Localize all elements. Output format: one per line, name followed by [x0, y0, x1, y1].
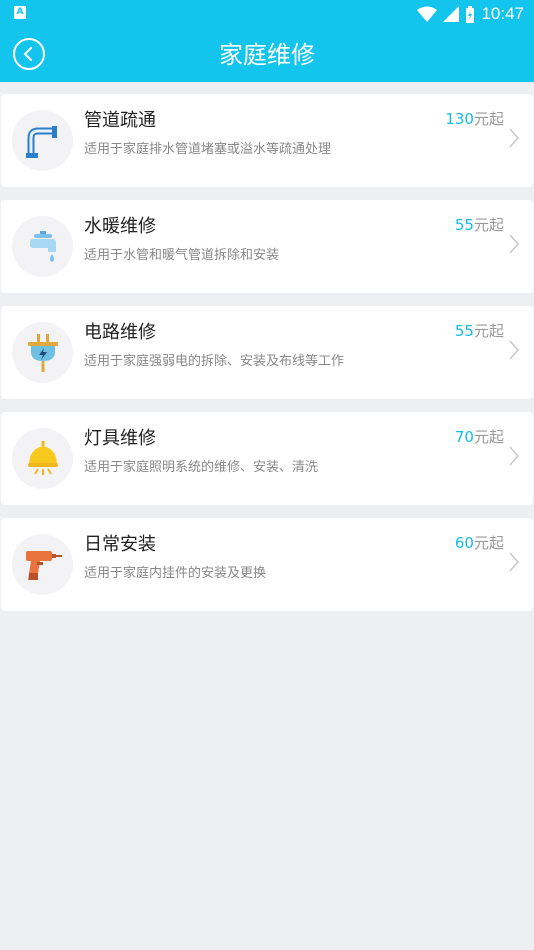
service-title: 灯具维修 — [84, 428, 156, 449]
page-title: 家庭维修 — [219, 41, 315, 69]
service-price: 60元起 — [454, 534, 504, 552]
service-title: 电路维修 — [84, 322, 156, 343]
app-notification-icon: A — [14, 6, 26, 19]
faucet-icon — [12, 216, 73, 277]
service-item-plumbing[interactable]: 水暖维修 适用于水管和暖气管道拆除和安装 55元起 — [1, 200, 533, 293]
service-price: 55元起 — [454, 216, 504, 234]
chevron-right-icon — [509, 340, 519, 360]
service-item-lighting[interactable]: 灯具维修 适用于家庭照明系统的维修、安装、清洗 70元起 — [1, 412, 533, 505]
service-item-pipe-cleaning[interactable]: 管道疏通 适用于家庭排水管道堵塞或溢水等疏通处理 130元起 — [1, 94, 533, 187]
back-button[interactable] — [13, 38, 45, 70]
service-description: 适用于家庭排水管道堵塞或溢水等疏通处理 — [84, 142, 332, 157]
service-title: 水暖维修 — [84, 216, 156, 237]
chevron-left-icon — [23, 47, 32, 61]
service-title: 日常安装 — [84, 534, 156, 555]
service-list: 管道疏通 适用于家庭排水管道堵塞或溢水等疏通处理 130元起 水暖维修 适用于水… — [0, 94, 534, 624]
battery-icon — [466, 5, 475, 23]
service-description: 适用于家庭照明系统的维修、安装、清洗 — [84, 460, 319, 475]
app-header: 家庭维修 — [0, 28, 534, 82]
status-bar: A 10:47 — [0, 0, 534, 28]
wifi-icon — [417, 6, 438, 22]
chevron-right-icon — [509, 552, 519, 572]
chevron-right-icon — [509, 446, 519, 466]
service-price: 130元起 — [445, 110, 504, 128]
service-description: 适用于家庭内挂件的安装及更换 — [84, 566, 267, 581]
service-price: 55元起 — [454, 322, 504, 340]
service-price: 70元起 — [454, 428, 504, 446]
service-description: 适用于家庭强弱电的拆除、安装及布线等工作 — [84, 354, 345, 369]
cell-signal-icon — [443, 6, 460, 22]
service-item-electrical[interactable]: 电路维修 适用于家庭强弱电的拆除、安装及布线等工作 55元起 — [1, 306, 533, 399]
chevron-right-icon — [509, 234, 519, 254]
service-description: 适用于水管和暖气管道拆除和安装 — [84, 248, 280, 263]
clock: 10:47 — [481, 4, 524, 23]
lamp-icon — [12, 428, 73, 489]
service-title: 管道疏通 — [84, 110, 156, 131]
pipe-icon — [12, 110, 73, 171]
chevron-right-icon — [509, 128, 519, 148]
drill-icon — [12, 534, 73, 595]
plug-icon — [12, 322, 73, 383]
service-item-installation[interactable]: 日常安装 适用于家庭内挂件的安装及更换 60元起 — [1, 518, 533, 611]
status-indicators: 10:47 — [417, 2, 524, 26]
